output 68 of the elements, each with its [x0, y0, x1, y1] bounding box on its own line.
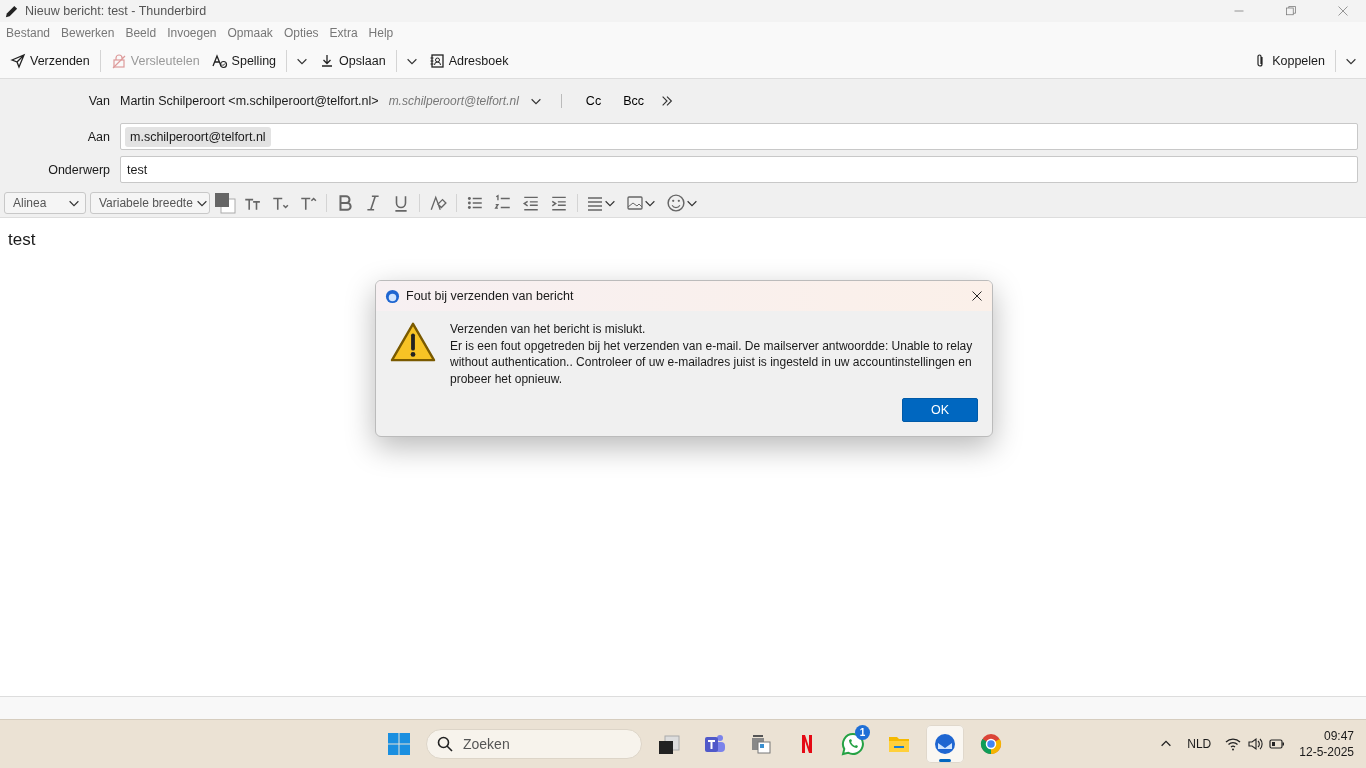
battery-icon [1269, 736, 1286, 752]
address-book-icon [428, 53, 445, 69]
message-body[interactable]: test [8, 230, 36, 249]
windows-stack-icon [657, 732, 681, 756]
to-field[interactable]: m.schilperoort@telfort.nl [120, 123, 1358, 150]
align-icon [587, 195, 603, 211]
menu-item[interactable]: Invoegen [167, 26, 217, 40]
toolbar-button[interactable]: Adresboek [422, 49, 515, 73]
dialog-title: Fout bij verzenden van bericht [406, 289, 574, 303]
from-hint: m.schilperoort@telfort.nl [388, 94, 519, 108]
italic-icon [364, 194, 382, 212]
more-icon [660, 94, 674, 108]
browser-icon [979, 732, 1003, 756]
scanner-icon [749, 732, 773, 756]
menu-item[interactable]: Opmaak [227, 26, 273, 40]
mail-bird-icon [933, 732, 957, 756]
wifi-icon [1225, 736, 1242, 752]
restore-icon [1285, 5, 1297, 17]
outdent-icon [522, 194, 540, 212]
underline-icon [392, 194, 410, 212]
eraser-icon [429, 194, 447, 212]
font-dropdown[interactable]: Variabele breedte [90, 192, 210, 214]
toolbar-button[interactable]: Verzenden [4, 49, 96, 73]
windows-logo-icon [387, 732, 411, 756]
menu-item[interactable]: Beeld [125, 26, 157, 40]
thunderbird-logo-icon [385, 288, 400, 304]
cc-button[interactable]: Cc [579, 92, 608, 110]
dialog-heading: Verzenden van het bericht is mislukt. [450, 321, 647, 338]
menu-item[interactable]: Extra [329, 26, 358, 40]
language-indicator[interactable]: NLD [1187, 737, 1212, 751]
color-swatch-icon [214, 192, 236, 214]
menu-item[interactable]: Bestand [6, 26, 51, 40]
taskbar-app[interactable]: 1 [834, 725, 872, 763]
from-address[interactable]: Martin Schilperoort <m.schilperoort@telfort.nl> [120, 94, 379, 108]
menu-item[interactable]: Opties [283, 26, 319, 40]
numbered-list-icon [494, 194, 512, 212]
search-field[interactable]: Zoeken [426, 729, 642, 759]
notification-badge: 1 [855, 725, 870, 740]
bold-icon [336, 194, 354, 212]
indent-icon [550, 194, 568, 212]
recipient-pill[interactable]: m.schilperoort@telfort.nl [125, 126, 271, 147]
subject-field[interactable]: test [120, 156, 1358, 183]
speaker-icon [1247, 736, 1264, 752]
smiley-icon [667, 194, 685, 212]
spellcheck-icon [211, 53, 228, 69]
menu-item[interactable]: Help [368, 26, 394, 40]
to-label: Aan [86, 129, 110, 144]
clock[interactable]: 09:47 12-5-2025 [1299, 729, 1354, 759]
send-icon [10, 53, 26, 69]
from-label: Van [87, 94, 110, 108]
lock-icon [110, 53, 127, 69]
window-title: Nieuw bericht: test - Thunderbird [25, 4, 207, 18]
image-icon [627, 195, 643, 211]
dialog-message: Er is een fout opgetreden bij het verzenden van e-mail. De mailserver antwoordde: Unable to relay without authentication.. Controleer of uw e-mailadres juist is ingesteld in uw accountinstellingen en probeer het opnieuw. [450, 337, 974, 387]
pencil-icon [4, 3, 19, 19]
ok-button[interactable]: OK [902, 398, 978, 422]
subject-label: Onderwerp [47, 162, 110, 177]
warning-icon [390, 321, 436, 363]
menu-item[interactable]: Bewerken [61, 26, 115, 40]
bullet-list-icon [466, 194, 484, 212]
paragraph-dropdown[interactable]: Alinea [4, 192, 86, 214]
toolbar-button[interactable]: Opslaan [313, 49, 392, 73]
search-icon [437, 736, 453, 752]
close-icon [971, 290, 983, 302]
close-icon [1337, 5, 1349, 17]
toolbar-button[interactable]: Spelling [205, 49, 283, 73]
bcc-button[interactable]: Bcc [617, 92, 650, 110]
attach-button[interactable]: Koppelen [1246, 49, 1331, 73]
